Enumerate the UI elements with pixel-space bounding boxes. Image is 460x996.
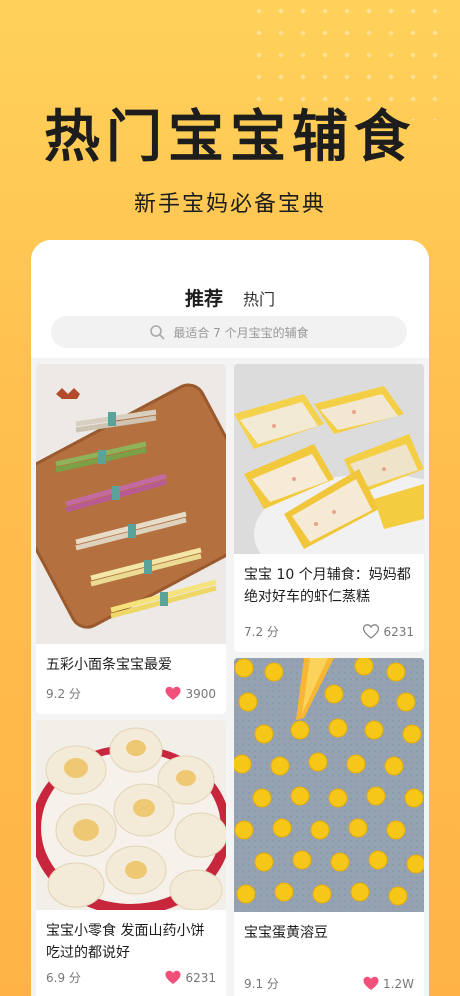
heart-icon xyxy=(363,976,379,990)
recipe-meta: 9.2 分 3900 xyxy=(46,685,216,702)
recipe-image-noodles xyxy=(36,364,226,644)
like-count: 6231 xyxy=(185,970,216,985)
recipe-card[interactable]: 宝宝 10 个月辅食：妈妈都绝对好车的虾仁蒸糕 7.2 分 6231 xyxy=(234,364,424,652)
recipe-card[interactable]: 宝宝蛋黄溶豆 9.1 分 1.2W xyxy=(234,658,424,996)
like-button[interactable]: 1.2W xyxy=(363,976,414,991)
recipe-meta: 7.2 分 6231 xyxy=(244,623,414,640)
tab-bar: 推荐 热门 xyxy=(31,284,429,313)
like-count: 6231 xyxy=(383,624,414,639)
tab-recommend[interactable]: 推荐 xyxy=(184,284,224,313)
search-placeholder: 最适合 7 个月宝宝的辅食 xyxy=(173,325,309,340)
like-button[interactable]: 3900 xyxy=(165,686,216,701)
recipe-score: 6.9 分 xyxy=(46,971,81,985)
like-count: 1.2W xyxy=(383,976,414,991)
panel-header: 推荐 热门 最适合 7 个月宝宝的辅食 xyxy=(31,240,429,358)
recipe-score: 9.1 分 xyxy=(244,977,279,991)
recipe-title: 宝宝小零食 发面山药小饼吃过的都说好 xyxy=(46,923,205,961)
recipe-image-shrimp-cake xyxy=(234,364,424,554)
like-button[interactable]: 6231 xyxy=(363,624,414,639)
like-button[interactable]: 6231 xyxy=(165,970,216,985)
heart-icon xyxy=(165,970,181,984)
recipe-title: 宝宝蛋黄溶豆 xyxy=(244,925,328,941)
recipe-score: 9.2 分 xyxy=(46,687,81,701)
recipe-title: 五彩小面条宝宝最爱 xyxy=(46,657,172,673)
heart-outline-icon xyxy=(363,624,380,639)
recipe-card[interactable]: 五彩小面条宝宝最爱 9.2 分 3900 xyxy=(36,364,226,714)
hero-title: 热门宝宝辅食 xyxy=(44,105,416,170)
hero-subtitle: 新手宝妈必备宝典 xyxy=(133,192,326,217)
recipe-image-yam-buns xyxy=(36,720,226,910)
search-icon xyxy=(150,325,165,340)
search-input[interactable]: 最适合 7 个月宝宝的辅食 xyxy=(51,316,407,348)
recipe-title: 宝宝 10 个月辅食：妈妈都绝对好车的虾仁蒸糕 xyxy=(244,567,411,605)
tab-popular[interactable]: 热门 xyxy=(243,286,275,310)
recipe-image-yolk-melts xyxy=(234,658,424,912)
recipe-card[interactable]: 宝宝小零食 发面山药小饼吃过的都说好 6.9 分 6231 xyxy=(36,720,226,996)
like-count: 3900 xyxy=(185,686,216,701)
app-panel: 推荐 热门 最适合 7 个月宝宝的辅食 五彩小面条宝宝最爱 9.2 分 3900… xyxy=(31,240,429,996)
recipe-meta: 6.9 分 6231 xyxy=(46,969,216,986)
recipe-meta: 9.1 分 1.2W xyxy=(244,975,414,992)
recipe-score: 7.2 分 xyxy=(244,625,279,639)
heart-icon xyxy=(165,686,181,700)
